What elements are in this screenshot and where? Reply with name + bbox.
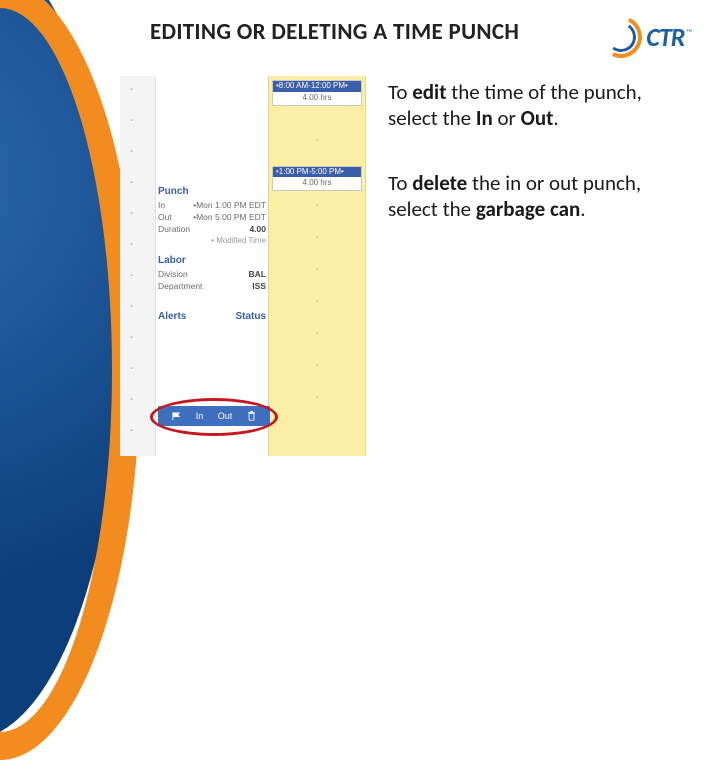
- time-punch-screenshot: ----- ----- ---- •8:00 AM-12:00 PM• 4.00…: [120, 76, 366, 456]
- slide-title: EDITING OR DELETING A TIME PUNCH: [150, 18, 519, 46]
- labor-division-row: Division BAL: [158, 268, 266, 280]
- punch-modified-note: • Modified Time: [158, 235, 266, 249]
- t: To: [388, 170, 412, 196]
- punch-action-bar: In Out: [158, 406, 270, 426]
- ctr-logo-tm: ™: [686, 28, 692, 38]
- action-out-button[interactable]: Out: [218, 411, 233, 421]
- ctr-logo: CTR ™: [598, 14, 692, 60]
- alerts-label: Alerts: [158, 311, 186, 322]
- punch-out-row[interactable]: Out •Mon 5:00 PM EDT: [158, 211, 266, 223]
- t-bold: Out: [521, 105, 554, 131]
- instruction-edit: To edit the time of the punch, select th…: [388, 80, 688, 131]
- punch-duration-value: 4.00: [249, 224, 266, 234]
- calendar-block-1-header: •8:00 AM-12:00 PM•: [273, 81, 361, 92]
- punch-duration-row: Duration 4.00: [158, 223, 266, 235]
- t-bold: garbage can: [476, 196, 580, 222]
- gutter-dots: ----- ----- ----: [130, 84, 133, 498]
- calendar-block-2-hours: 4.00 hrs: [273, 177, 361, 190]
- calendar-column: •8:00 AM-12:00 PM• 4.00 hrs - •1:00 PM-5…: [268, 76, 366, 456]
- punch-duration-label: Duration: [158, 224, 190, 234]
- punch-out-value: •Mon 5:00 PM EDT: [193, 212, 266, 222]
- punch-in-label: In: [158, 200, 165, 210]
- instruction-text: To edit the time of the punch, select th…: [388, 80, 688, 262]
- t-bold: delete: [412, 170, 467, 196]
- instruction-delete: To delete the in or out punch, select th…: [388, 171, 688, 222]
- ctr-logo-text: CTR: [646, 21, 684, 53]
- t: .: [553, 105, 558, 131]
- labor-department-row: Department ISS: [158, 280, 266, 292]
- t: To: [388, 79, 412, 105]
- labor-department-value: ISS: [252, 281, 266, 291]
- ctr-logo-swoosh-icon: [598, 14, 644, 60]
- labor-division-label: Division: [158, 269, 188, 279]
- calendar-block-2-header: •1:00 PM-5:00 PM•: [273, 167, 361, 178]
- calendar-block-1-hours: 4.00 hrs: [273, 92, 361, 105]
- labor-section-title: Labor: [158, 255, 266, 266]
- punch-in-row[interactable]: In •Mon 1:00 PM EDT: [158, 199, 266, 211]
- punch-out-label: Out: [158, 212, 172, 222]
- labor-department-label: Department: [158, 281, 202, 291]
- status-label: Status: [235, 311, 266, 322]
- labor-division-value: BAL: [249, 269, 266, 279]
- punch-details-panel: Punch In •Mon 1:00 PM EDT Out •Mon 5:00 …: [158, 186, 266, 323]
- slide: EDITING OR DELETING A TIME PUNCH CTR ™ -…: [0, 0, 720, 540]
- alerts-status-row: Alerts Status: [158, 310, 266, 323]
- t: .: [580, 196, 585, 222]
- trash-icon[interactable]: [247, 412, 256, 421]
- punch-section-title: Punch: [158, 186, 266, 197]
- calendar-block-1[interactable]: •8:00 AM-12:00 PM• 4.00 hrs: [272, 80, 362, 106]
- time-gutter: ----- ----- ----: [120, 76, 156, 456]
- t: or: [493, 105, 521, 131]
- calendar-gap: -: [269, 106, 365, 164]
- calendar-block-2[interactable]: •1:00 PM-5:00 PM• 4.00 hrs: [272, 166, 362, 192]
- calendar-tail: - - - - - - -: [269, 191, 365, 403]
- t-bold: In: [476, 105, 493, 131]
- punch-in-value: •Mon 1:00 PM EDT: [193, 200, 266, 210]
- t-bold: edit: [412, 79, 446, 105]
- action-in-button[interactable]: In: [196, 411, 204, 421]
- flag-icon[interactable]: [172, 412, 181, 421]
